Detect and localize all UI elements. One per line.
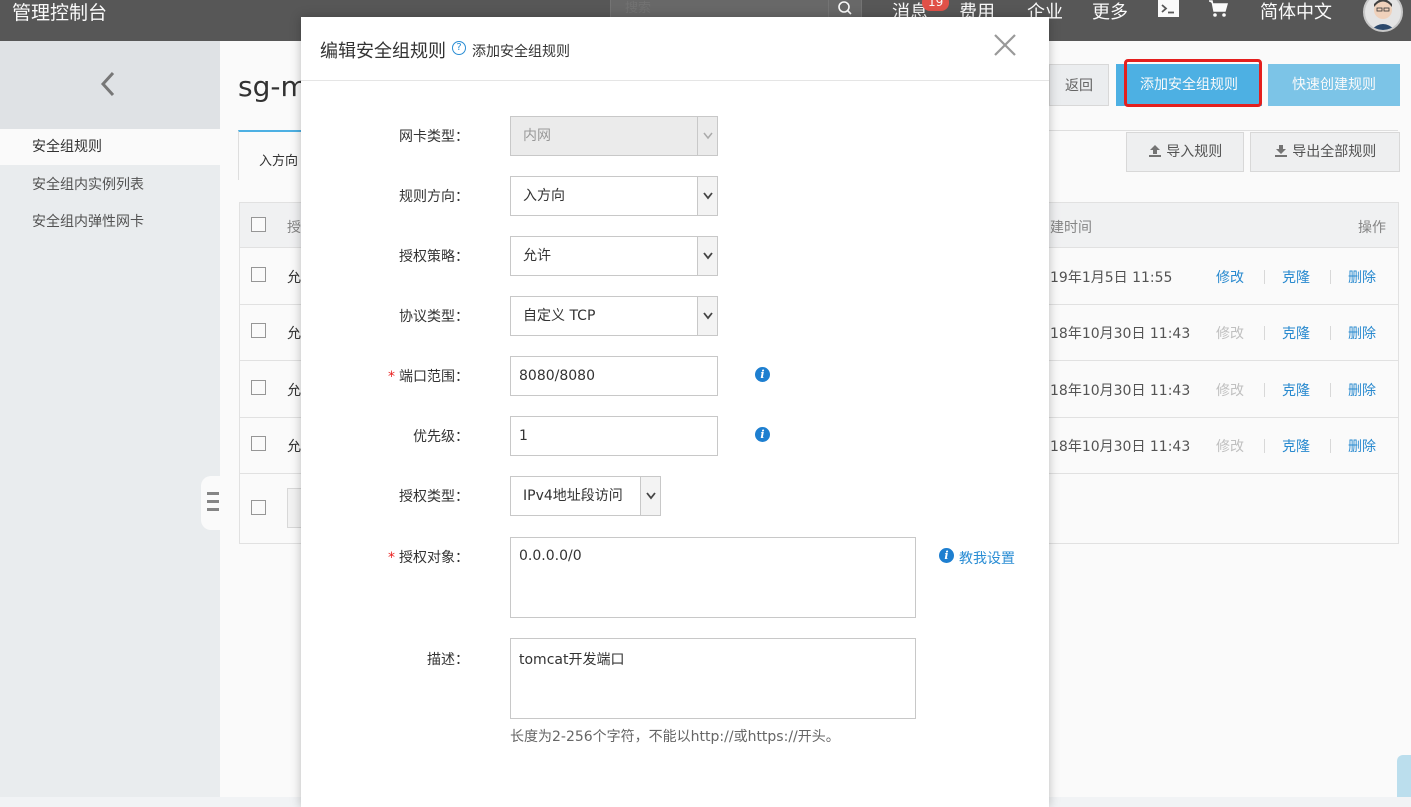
description-textarea[interactable]: tomcat开发端口 [510,638,916,719]
description-hint: 长度为2-256个字符，不能以http://或https://开头。 [510,729,840,745]
edit-rule-dialog: 编辑安全组规则 ? 添加安全组规则 网卡类型： 内网 规则方向： 入方向 授权策… [301,17,1049,807]
auth-type-label: 授权类型： [399,489,469,505]
policy-value: 允许 [523,248,551,264]
protocol-value: 自定义 TCP [523,308,596,324]
policy-label: 授权策略： [399,249,469,265]
port-range-info-icon[interactable]: i [755,367,770,382]
port-range-label: * 端口范围： [388,369,469,385]
description-label: 描述： [427,652,469,668]
close-button[interactable] [991,31,1021,61]
priority-input[interactable]: 1 [510,416,718,456]
dialog-title: 编辑安全组规则 [320,41,446,62]
port-range-input[interactable]: 8080/8080 [510,356,718,396]
close-icon [994,34,1016,56]
auth-object-info-icon: i [939,548,954,563]
nic-type-label: 网卡类型： [399,129,469,145]
help-icon[interactable]: ? [452,41,466,55]
protocol-select[interactable]: 自定义 TCP [510,296,718,336]
required-mark: * [388,550,395,566]
auth-type-select[interactable]: IPv4地址段访问 [510,476,661,516]
priority-label: 优先级： [413,429,469,445]
chevron-down-icon [640,477,660,515]
chevron-down-icon [697,237,717,275]
auth-object-textarea[interactable]: 0.0.0.0/0 [510,537,916,618]
nic-type-value: 内网 [523,128,551,144]
policy-select[interactable]: 允许 [510,236,718,276]
chevron-down-icon [697,117,717,155]
priority-info-icon[interactable]: i [755,427,770,442]
required-mark: * [388,369,395,385]
teach-me-link[interactable]: 教我设置 [959,548,1015,568]
nic-type-select: 内网 [510,116,718,156]
protocol-label: 协议类型： [399,309,469,325]
auth-object-label: * 授权对象： [388,550,469,566]
help-link[interactable]: 添加安全组规则 [472,41,570,61]
direction-label: 规则方向： [399,189,469,205]
auth-type-value: IPv4地址段访问 [523,488,623,504]
chevron-down-icon [697,177,717,215]
dialog-header: 编辑安全组规则 ? 添加安全组规则 [301,17,1049,81]
direction-value: 入方向 [523,188,565,204]
direction-select[interactable]: 入方向 [510,176,718,216]
chevron-down-icon [697,297,717,335]
